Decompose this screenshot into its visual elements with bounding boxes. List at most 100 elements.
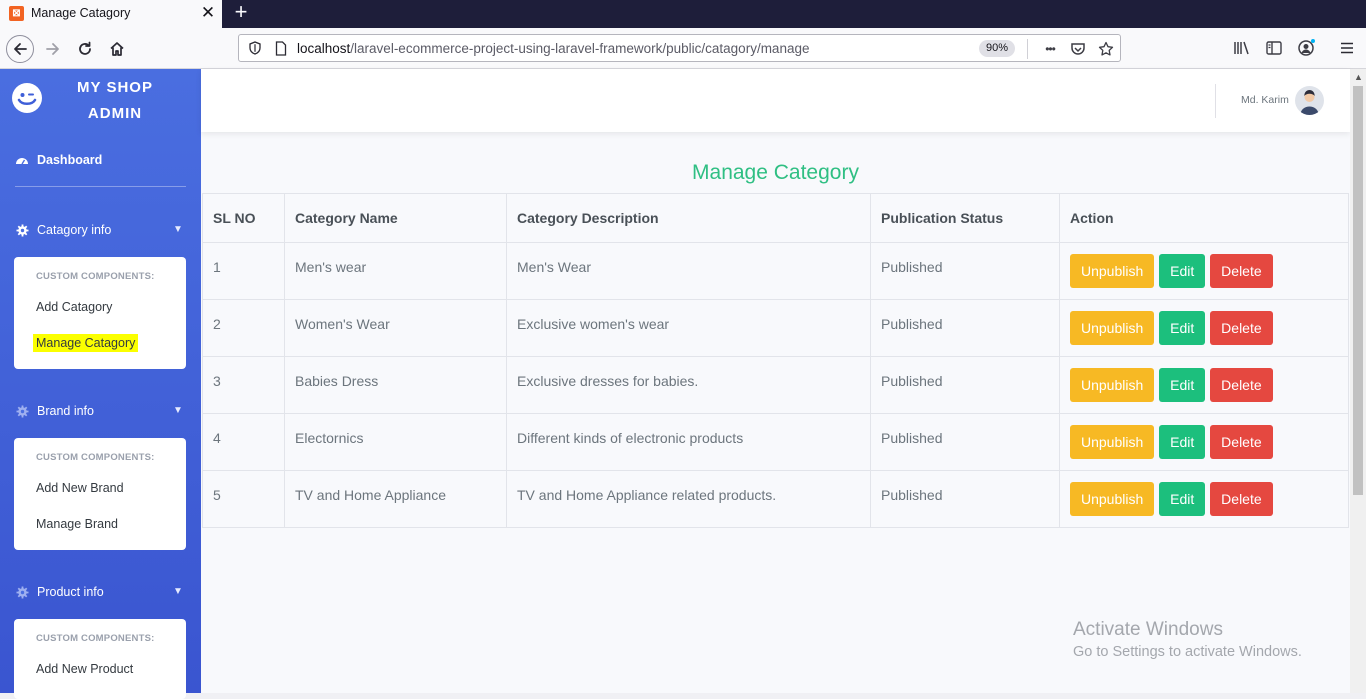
edit-button[interactable]: Edit: [1159, 311, 1206, 345]
brand-title: MY SHOP ADMIN: [60, 75, 170, 127]
sidebar-item-label: Catagory info: [37, 223, 112, 237]
shield-icon[interactable]: [248, 41, 262, 55]
zoom-badge[interactable]: 90%: [979, 40, 1016, 57]
sidebar-item-product-info[interactable]: Product info: [15, 585, 104, 599]
chevron-down-icon[interactable]: ▼: [173, 224, 183, 235]
delete-button[interactable]: Delete: [1210, 368, 1273, 402]
library-icon[interactable]: [1232, 38, 1252, 58]
back-button[interactable]: [6, 35, 34, 63]
add-new-product-link[interactable]: Add New Product: [36, 662, 133, 676]
unpublish-button[interactable]: Unpublish: [1070, 425, 1155, 459]
bookmark-star-icon[interactable]: [1097, 40, 1115, 58]
url-bar[interactable]: localhost/laravel-ecommerce-project-usin…: [238, 34, 1121, 62]
watermark-subtitle: Go to Settings to activate Windows.: [1073, 644, 1302, 660]
app-header: Md. Karim: [201, 69, 1350, 132]
menu-hamburger-icon[interactable]: [1337, 38, 1357, 58]
table-row: 5 TV and Home Appliance TV and Home Appl…: [202, 470, 1349, 528]
edit-button[interactable]: Edit: [1159, 425, 1206, 459]
header-divider: [1215, 84, 1216, 118]
sidebar: MY SHOP ADMIN Dashboard Catagory info ▼ …: [0, 69, 201, 699]
main-content: Md. Karim Manage Category SL NO Category…: [201, 69, 1350, 693]
pocket-icon[interactable]: [1069, 40, 1087, 58]
column-header-category-name: Category Name: [284, 193, 507, 243]
scroll-up-arrow-icon[interactable]: ▲: [1354, 72, 1363, 82]
sidebar-divider: [15, 186, 186, 187]
table-row: 2 Women's Wear Exclusive women's wear Pu…: [202, 299, 1349, 357]
table-header-row: SL NO Category Name Category Description…: [202, 193, 1349, 243]
sidebar-toggle-icon[interactable]: [1264, 38, 1284, 58]
cell-actions: Unpublish Edit Delete: [1059, 356, 1349, 414]
manage-catagory-link[interactable]: Manage Catagory: [33, 334, 139, 352]
brand-line-2: ADMIN: [87, 105, 143, 122]
page-scrollbar[interactable]: ▲: [1350, 69, 1366, 693]
gear-icon: [15, 585, 29, 599]
sidebar-item-catagory-info[interactable]: Catagory info: [15, 223, 111, 237]
reload-button[interactable]: [71, 35, 99, 63]
edit-button[interactable]: Edit: [1159, 368, 1206, 402]
table-row: 3 Babies Dress Exclusive dresses for bab…: [202, 356, 1349, 414]
cell-publication-status: Published: [870, 413, 1060, 471]
url-host: localhost: [297, 41, 351, 56]
add-new-brand-link[interactable]: Add New Brand: [36, 481, 124, 495]
cell-publication-status: Published: [870, 242, 1060, 300]
more-actions-icon[interactable]: •••: [1041, 40, 1059, 58]
sidebar-item-label: Product info: [37, 585, 104, 599]
url-text[interactable]: localhost/laravel-ecommerce-project-usin…: [297, 41, 809, 56]
column-header-sl-no: SL NO: [202, 193, 285, 243]
arrow-right-icon: [46, 43, 59, 55]
add-catagory-link[interactable]: Add Catagory: [36, 300, 112, 314]
cell-category-description: Exclusive women's wear: [506, 299, 871, 357]
cell-category-name: Electornics: [284, 413, 507, 471]
submenu-heading: CUSTOM COMPONENTS:: [36, 452, 155, 463]
delete-button[interactable]: Delete: [1210, 254, 1273, 288]
column-header-publication-status: Publication Status: [870, 193, 1060, 243]
delete-button[interactable]: Delete: [1210, 482, 1273, 516]
browser-tab[interactable]: ⊠ Manage Catagory ✕: [0, 0, 222, 28]
new-tab-button[interactable]: +: [230, 1, 252, 25]
unpublish-button[interactable]: Unpublish: [1070, 368, 1155, 402]
page-icon: [275, 41, 287, 56]
cell-category-name: Babies Dress: [284, 356, 507, 414]
scrollbar-thumb[interactable]: [1353, 86, 1363, 495]
delete-button[interactable]: Delete: [1210, 425, 1273, 459]
submenu-heading: CUSTOM COMPONENTS:: [36, 271, 155, 282]
xampp-favicon-icon: ⊠: [9, 6, 24, 21]
arrow-left-icon: [14, 43, 27, 55]
cell-publication-status: Published: [870, 299, 1060, 357]
unpublish-button[interactable]: Unpublish: [1070, 482, 1155, 516]
home-button[interactable]: [103, 35, 131, 63]
cell-publication-status: Published: [870, 356, 1060, 414]
user-name[interactable]: Md. Karim: [1241, 94, 1289, 106]
cell-actions: Unpublish Edit Delete: [1059, 242, 1349, 300]
cell-sl-no: 1: [202, 242, 285, 300]
delete-button[interactable]: Delete: [1210, 311, 1273, 345]
speedometer-icon: [15, 153, 29, 167]
chevron-down-icon[interactable]: ▼: [173, 405, 183, 416]
edit-button[interactable]: Edit: [1159, 482, 1206, 516]
sidebar-item-dashboard[interactable]: Dashboard: [15, 153, 102, 167]
account-icon[interactable]: [1296, 38, 1316, 58]
brand-line-1: MY SHOP: [77, 79, 153, 96]
windows-activation-watermark: Activate Windows Go to Settings to activ…: [1073, 619, 1302, 660]
reload-icon: [79, 41, 91, 55]
cell-actions: Unpublish Edit Delete: [1059, 470, 1349, 528]
avatar[interactable]: [1295, 86, 1324, 115]
chevron-down-icon[interactable]: ▼: [173, 586, 183, 597]
sidebar-item-label: Dashboard: [37, 153, 103, 167]
unpublish-button[interactable]: Unpublish: [1070, 254, 1155, 288]
cell-category-name: Men's wear: [284, 242, 507, 300]
sidebar-item-brand-info[interactable]: Brand info: [15, 404, 94, 418]
edit-button[interactable]: Edit: [1159, 254, 1206, 288]
cell-publication-status: Published: [870, 470, 1060, 528]
manage-brand-link[interactable]: Manage Brand: [36, 517, 118, 531]
product-submenu: CUSTOM COMPONENTS: Add New Product: [14, 619, 186, 699]
close-tab-icon[interactable]: ✕: [199, 3, 217, 23]
forward-button[interactable]: [39, 35, 67, 63]
url-path: /laravel-ecommerce-project-using-laravel…: [350, 41, 810, 56]
unpublish-button[interactable]: Unpublish: [1070, 311, 1155, 345]
brand-submenu: CUSTOM COMPONENTS: Add New Brand Manage …: [14, 438, 186, 550]
browser-tab-bar: ⊠ Manage Catagory ✕ +: [0, 0, 1366, 28]
table-row: 4 Electornics Different kinds of electro…: [202, 413, 1349, 471]
cell-sl-no: 5: [202, 470, 285, 528]
gear-icon: [15, 404, 29, 418]
